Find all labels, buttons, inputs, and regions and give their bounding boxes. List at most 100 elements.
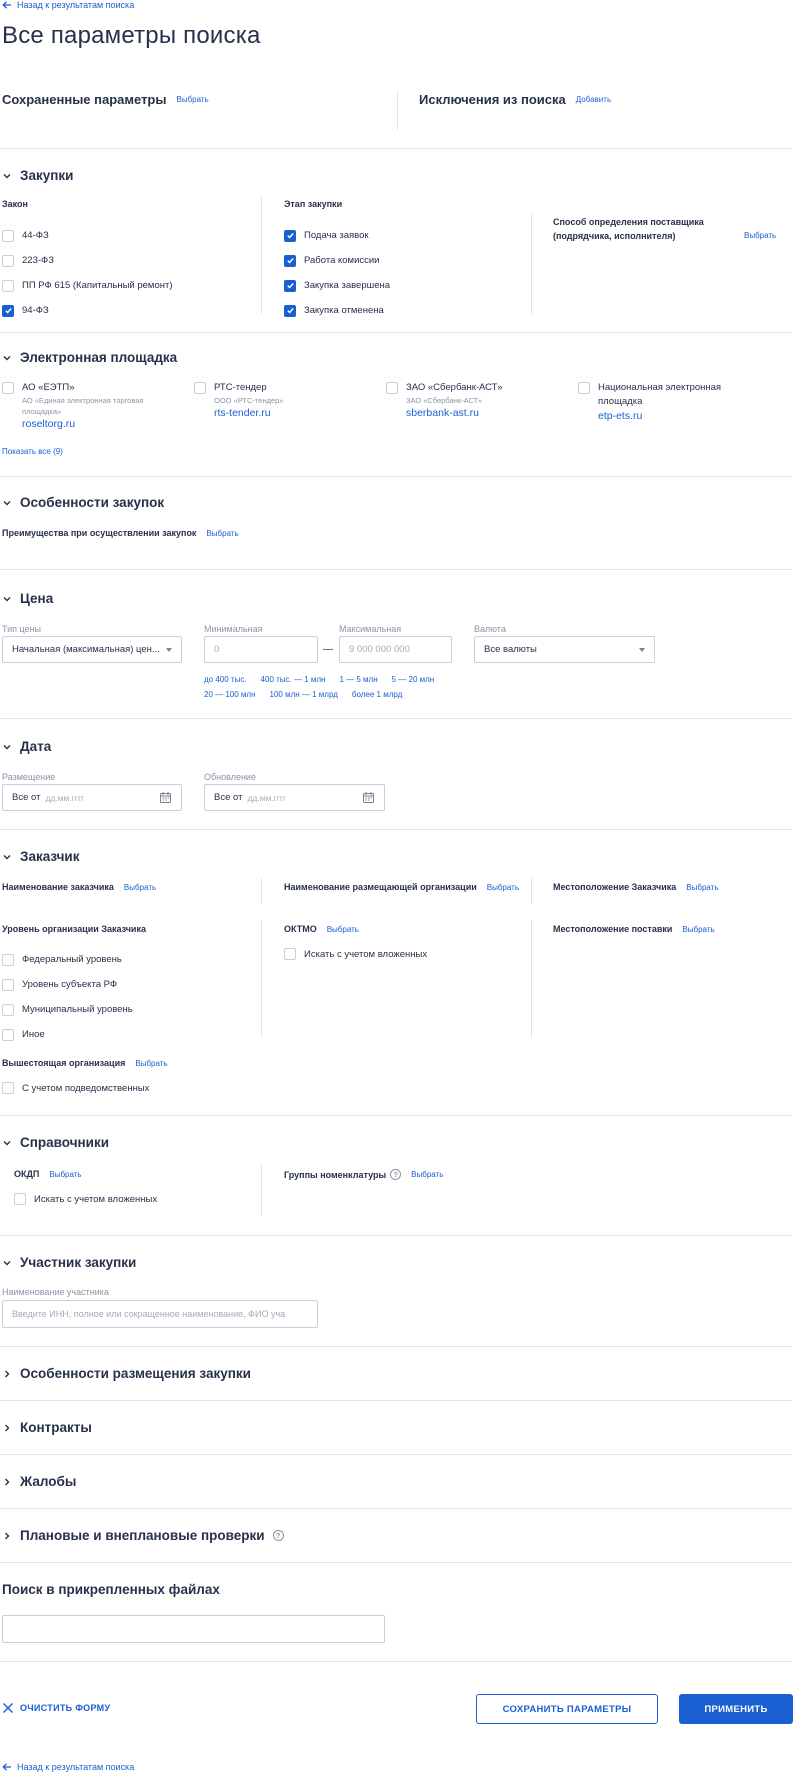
help-icon[interactable]: ? [390, 1169, 402, 1180]
price-type-select[interactable]: Начальная (максимальная) цен... [2, 636, 182, 663]
checkbox-level-other[interactable]: Иное [2, 1022, 133, 1047]
section-title: Справочники [20, 1135, 110, 1150]
advantages-select-link[interactable]: Выбрать [206, 529, 238, 538]
checkbox-label: Искать с учетом вложенных [304, 948, 428, 960]
checkbox-box-checked[interactable] [284, 229, 296, 242]
price-range-chip[interactable]: 5 — 20 млн [392, 675, 435, 684]
section-contracts-toggle[interactable]: Контракты [2, 1420, 92, 1435]
section-complaints-toggle[interactable]: Жалобы [2, 1474, 76, 1489]
divider [0, 1346, 792, 1347]
platform-url-link[interactable]: sberbank-ast.ru [406, 406, 502, 421]
checkbox-okdp-nested[interactable]: Искать с учетом вложенных [14, 1192, 157, 1206]
checkbox-box[interactable] [2, 382, 14, 394]
checkbox-box[interactable] [386, 382, 398, 394]
price-min-input[interactable]: 0 [204, 636, 318, 663]
price-range-chip[interactable]: 1 — 5 млн [339, 675, 377, 684]
checkbox-box[interactable] [578, 382, 590, 394]
oktmo-select-link[interactable]: Выбрать [327, 925, 359, 934]
supplier-method-select-link[interactable]: Выбрать [744, 231, 776, 240]
calendar-icon[interactable] [159, 791, 172, 804]
clear-form-button[interactable]: ОЧИСТИТЬ ФОРМУ [2, 1702, 110, 1714]
checkbox-box[interactable] [2, 1028, 14, 1041]
section-platforms-toggle[interactable]: Электронная площадка [2, 350, 177, 365]
price-range-chip[interactable]: более 1 млрд [352, 690, 402, 699]
files-search-input[interactable] [2, 1615, 385, 1643]
checkbox-box[interactable] [2, 1003, 14, 1016]
platform-url-link[interactable]: roseltorg.ru [22, 417, 143, 432]
section-price-toggle[interactable]: Цена [2, 591, 53, 606]
price-range-chip[interactable]: 20 — 100 млн [204, 690, 256, 699]
checkbox-level-municipal[interactable]: Муниципальный уровень [2, 997, 133, 1022]
checkbox-box[interactable] [284, 948, 296, 960]
checkbox-oktmo-nested[interactable]: Искать с учетом вложенных [284, 947, 427, 961]
checkbox-box-checked[interactable] [2, 304, 14, 317]
placement-date-input[interactable]: Все от дд.мм.гггг [2, 784, 182, 811]
participant-search-placeholder: Введите ИНН, полное или сокращенное наим… [12, 1309, 286, 1319]
section-placement-features-toggle[interactable]: Особенности размещения закупки [2, 1366, 251, 1381]
checkbox-level-federal[interactable]: Федеральный уровень [2, 947, 133, 972]
section-date-toggle[interactable]: Дата [2, 739, 51, 754]
checkbox-box-checked[interactable] [284, 304, 296, 317]
section-purchases-toggle[interactable]: Закупки [2, 168, 73, 183]
checkbox-box[interactable] [2, 953, 14, 966]
nomenclature-groups-select-link[interactable]: Выбрать [411, 1170, 443, 1179]
checkbox-level-regional[interactable]: Уровень субъекта РФ [2, 972, 133, 997]
saved-params-select-link[interactable]: Выбрать [176, 95, 208, 104]
placing-org-select-link[interactable]: Выбрать [487, 883, 519, 892]
exclusions-add-link[interactable]: Добавить [576, 95, 611, 104]
checkbox-box[interactable] [2, 254, 14, 267]
currency-select[interactable]: Все валюты [474, 636, 655, 663]
price-max-input[interactable]: 9 000 000 000 [339, 636, 452, 663]
show-all-platforms-link[interactable]: Показать все (9) [2, 447, 63, 456]
checkbox-box[interactable] [2, 1082, 14, 1094]
apply-button[interactable]: ПРИМЕНИТЬ [679, 1694, 793, 1724]
saved-params-title: Сохраненные параметры [2, 92, 167, 107]
back-to-results-link[interactable]: Назад к результатам поиска [2, 0, 134, 10]
price-range-chip[interactable]: 100 млн — 1 млрд [270, 690, 338, 699]
section-references-toggle[interactable]: Справочники [2, 1135, 109, 1150]
checkbox-box[interactable] [2, 978, 14, 991]
checkbox-box-checked[interactable] [284, 279, 296, 292]
participant-search-input[interactable]: Введите ИНН, полное или сокращенное наим… [2, 1300, 318, 1328]
checkbox-44fz[interactable]: 44-ФЗ [2, 223, 173, 248]
checkbox-94fz[interactable]: 94-ФЗ [2, 298, 173, 323]
platform-url-link[interactable]: etp-ets.ru [598, 409, 721, 424]
help-icon[interactable]: ? [272, 1530, 284, 1541]
calendar-icon[interactable] [362, 791, 375, 804]
checkbox-stage-completed[interactable]: Закупка завершена [284, 273, 390, 298]
checkbox-stage-commission[interactable]: Работа комиссии [284, 248, 390, 273]
saved-params-header: Сохраненные параметры Выбрать [2, 92, 209, 107]
checkbox-box[interactable] [194, 382, 206, 394]
platform-item-ets[interactable]: Национальная электронная площадка etp-et… [578, 381, 721, 424]
delivery-location-select-link[interactable]: Выбрать [682, 925, 714, 934]
back-to-results-link[interactable]: Назад к результатам поиска [2, 1762, 134, 1772]
section-participant-toggle[interactable]: Участник закупки [2, 1255, 136, 1270]
chevron-down-icon [3, 500, 11, 505]
checkbox-stage-cancelled[interactable]: Закупка отменена [284, 298, 390, 323]
checkbox-box[interactable] [2, 229, 14, 242]
platform-item-rts[interactable]: РТС-тендер ООО «РТС-тендер» rts-tender.r… [194, 381, 283, 421]
checkbox-pp615[interactable]: ПП РФ 615 (Капитальный ремонт) [2, 273, 173, 298]
customer-name-select-link[interactable]: Выбрать [124, 883, 156, 892]
divider [0, 332, 792, 333]
section-customer-toggle[interactable]: Заказчик [2, 849, 79, 864]
customer-location-select-link[interactable]: Выбрать [686, 883, 718, 892]
save-params-button[interactable]: СОХРАНИТЬ ПАРАМЕТРЫ [476, 1694, 658, 1724]
checkbox-stage-submission[interactable]: Подача заявок [284, 223, 390, 248]
platform-item-sberbank[interactable]: ЗАО «Сбербанк-АСТ» ЗАО «Сбербанк-АСТ» sb… [386, 381, 502, 421]
checkbox-box[interactable] [14, 1193, 26, 1205]
okdp-select-link[interactable]: Выбрать [49, 1170, 81, 1179]
update-date-input[interactable]: Все от дд.мм.гггг [204, 784, 385, 811]
date-placeholder: дд.мм.гггг [247, 792, 287, 803]
checkbox-223fz[interactable]: 223-ФЗ [2, 248, 173, 273]
section-inspections-toggle[interactable]: Плановые и внеплановые проверки ? [2, 1528, 284, 1543]
platform-url-link[interactable]: rts-tender.ru [214, 406, 283, 421]
section-features-toggle[interactable]: Особенности закупок [2, 495, 164, 510]
checkbox-box[interactable] [2, 279, 14, 292]
platform-item-eetp[interactable]: АО «ЕЭТП» АО «Единая электронная торгова… [2, 381, 143, 432]
checkbox-box-checked[interactable] [284, 254, 296, 267]
checkbox-subordinate[interactable]: С учетом подведомственных [2, 1081, 149, 1095]
parent-org-select-link[interactable]: Выбрать [135, 1059, 167, 1068]
price-range-chip[interactable]: до 400 тыс. [204, 675, 247, 684]
price-range-chip[interactable]: 400 тыс. — 1 млн [261, 675, 326, 684]
